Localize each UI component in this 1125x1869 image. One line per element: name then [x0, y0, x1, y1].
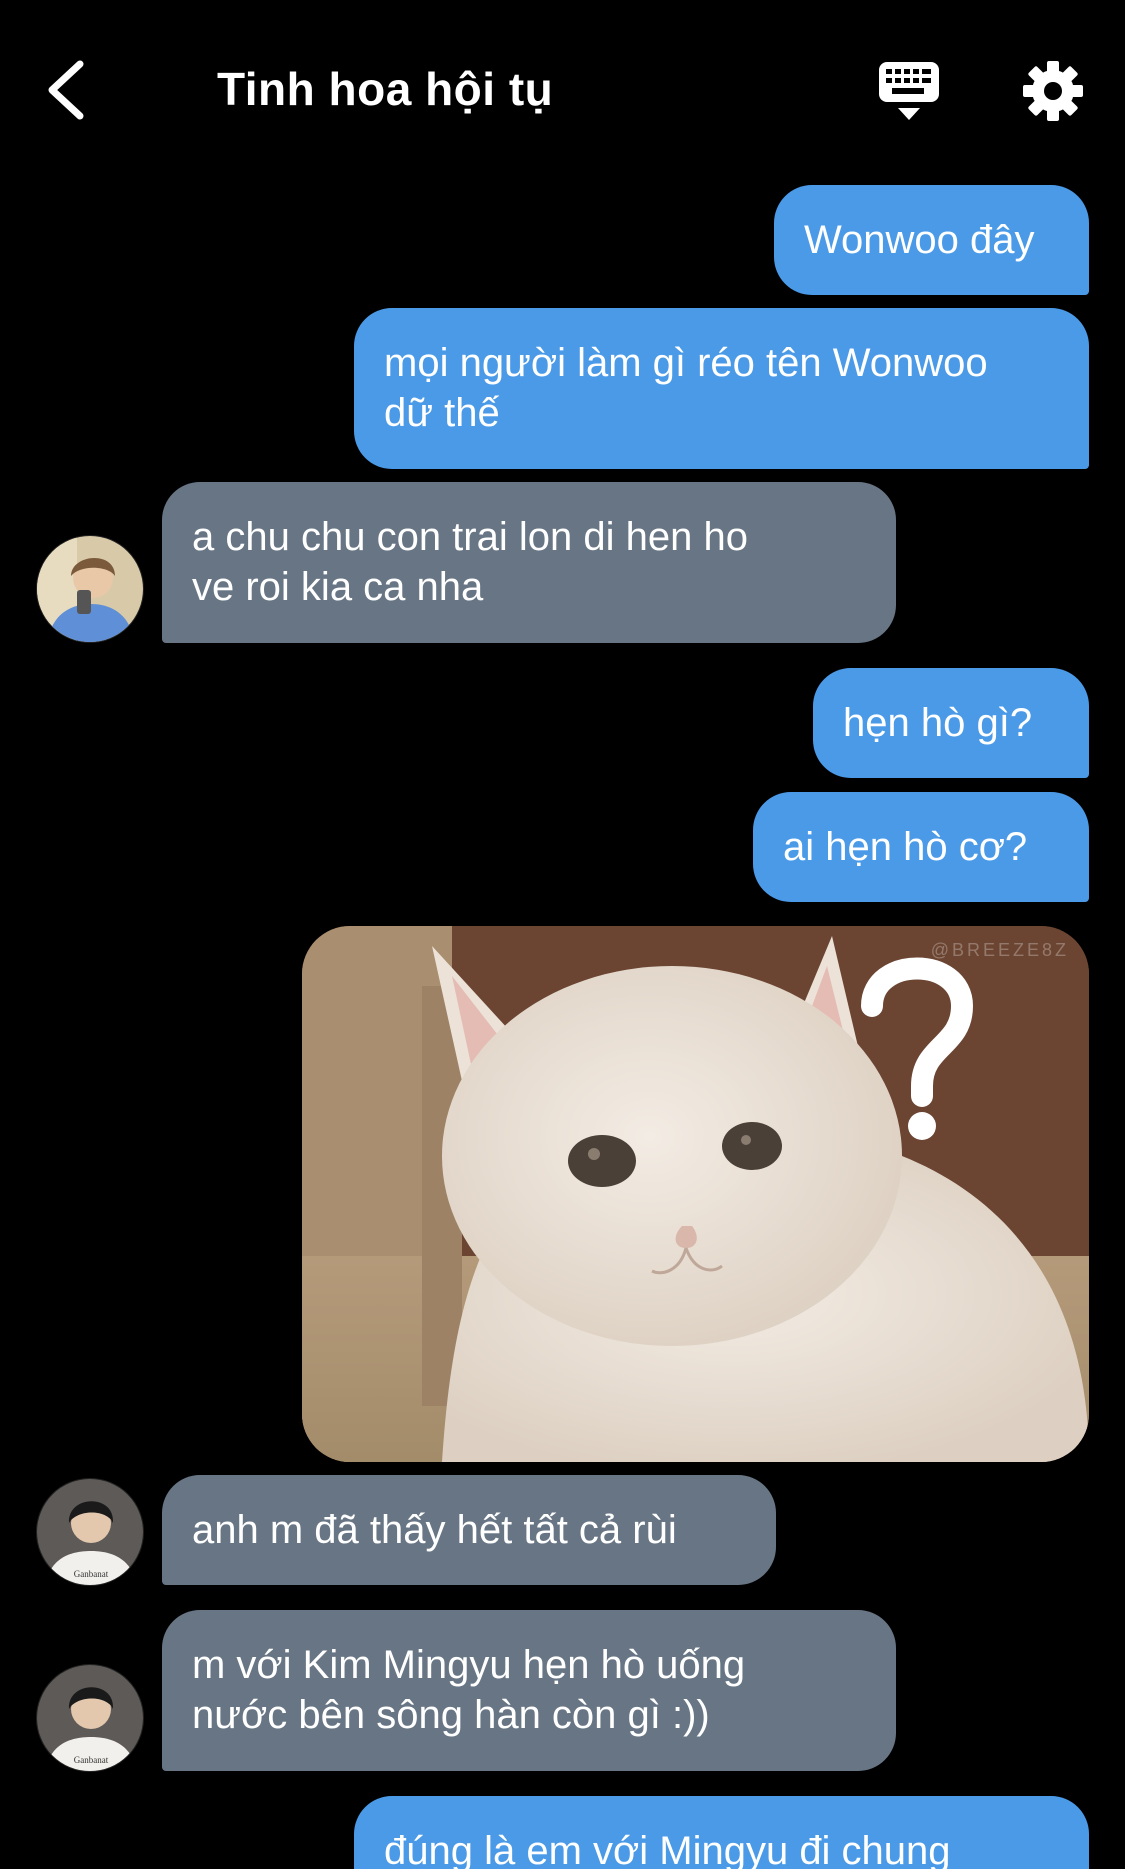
message-text-line: dữ thế	[384, 391, 500, 435]
cat-image	[302, 926, 1089, 1462]
message-text-line: đúng là em với Mingyu đi chung	[384, 1829, 951, 1869]
avatar[interactable]	[36, 535, 144, 643]
message-text: hẹn hò gì?	[843, 701, 1033, 745]
chevron-left-icon	[48, 60, 84, 120]
outgoing-message[interactable]: hẹn hò gì?	[813, 668, 1089, 778]
message-text-line: nước bên sông hàn còn gì :))	[192, 1693, 710, 1737]
message-text: anh m đã thấy hết tất cả rùi	[192, 1508, 677, 1552]
avatar[interactable]: Ganbanat	[36, 1478, 144, 1586]
image-message[interactable]: @BREEZE8Z	[302, 926, 1089, 1462]
message-text: Wonwoo đây	[804, 218, 1035, 262]
message-text-line: a chu chu con trai lon di hen ho	[192, 515, 748, 559]
avatar-photo: Ganbanat	[37, 1665, 143, 1771]
outgoing-message[interactable]: đúng là em với Mingyu đi chung	[354, 1796, 1089, 1869]
message-text-line: m với Kim Mingyu hẹn hò uống	[192, 1643, 746, 1687]
outgoing-message[interactable]: mọi người làm gì réo tên Wonwoo dữ thế	[354, 308, 1089, 469]
message-text-line: mọi người làm gì réo tên Wonwoo	[384, 341, 988, 385]
avatar-photo	[37, 536, 143, 642]
settings-button[interactable]	[1022, 60, 1084, 122]
gear-icon	[1023, 61, 1083, 121]
incoming-message[interactable]: m với Kim Mingyu hẹn hò uống nước bên sô…	[162, 1610, 896, 1771]
svg-text:Ganbanat: Ganbanat	[74, 1755, 109, 1765]
keyboard-icon	[879, 62, 939, 120]
outgoing-message[interactable]: Wonwoo đây	[774, 185, 1089, 295]
avatar[interactable]: Ganbanat	[36, 1664, 144, 1772]
avatar-photo: Ganbanat	[37, 1479, 143, 1585]
image-watermark: @BREEZE8Z	[930, 940, 1069, 960]
svg-text:Ganbanat: Ganbanat	[74, 1569, 109, 1579]
message-text-line: ve roi kia ca nha	[192, 565, 484, 609]
back-button[interactable]	[40, 58, 100, 122]
outgoing-message[interactable]: ai hẹn hò cơ?	[753, 792, 1089, 902]
chat-title: Tinh hoa hội tụ	[217, 63, 554, 115]
message-text: ai hẹn hò cơ?	[783, 825, 1028, 869]
keyboard-button[interactable]	[878, 60, 940, 124]
chat-header: Tinh hoa hội tụ	[0, 0, 1125, 170]
incoming-message[interactable]: a chu chu con trai lon di hen ho ve roi …	[162, 482, 896, 643]
incoming-message[interactable]: anh m đã thấy hết tất cả rùi	[162, 1475, 776, 1585]
chat-screen: Tinh hoa hội tụ Wonwoo đây mọi người làm…	[0, 0, 1125, 1869]
